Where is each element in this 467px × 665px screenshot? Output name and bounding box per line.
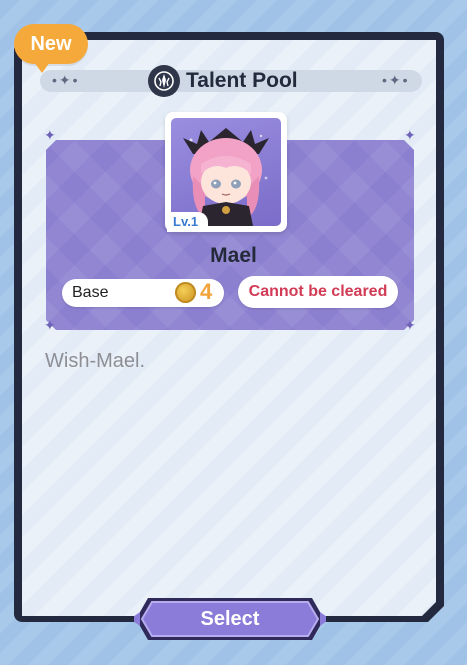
header: Talent Pool (148, 64, 298, 98)
sparkle-icon: ✦ (404, 317, 416, 333)
description-text: Wish-Mael. (45, 350, 146, 372)
base-value: 4 (200, 279, 213, 304)
new-badge: New (14, 24, 88, 73)
title-deco-left: •✦• (52, 72, 80, 88)
character-name: Mael (210, 244, 257, 267)
base-stat-pill: Base 4 (62, 279, 224, 307)
coin-icon (175, 282, 196, 303)
clear-status-badge: Cannot be cleared (238, 276, 398, 308)
sparkle-icon: ✦ (44, 317, 56, 333)
title-deco-right: •✦• (382, 72, 410, 88)
sparkle-icon: ✦ (44, 127, 56, 143)
talent-pool-icon (148, 65, 180, 97)
character-portrait[interactable]: Lv.1 (165, 112, 287, 232)
page-title: Talent Pool (186, 69, 298, 92)
base-label: Base (72, 284, 109, 301)
character-avatar (171, 118, 281, 226)
clear-status-label: Cannot be cleared (248, 283, 388, 300)
level-tag: Lv.1 (167, 212, 209, 232)
select-button[interactable]: Select (134, 594, 326, 644)
new-badge-label: New (30, 32, 72, 55)
sparkle-icon: ✦ (404, 127, 416, 143)
select-button-label: Select (200, 607, 260, 630)
